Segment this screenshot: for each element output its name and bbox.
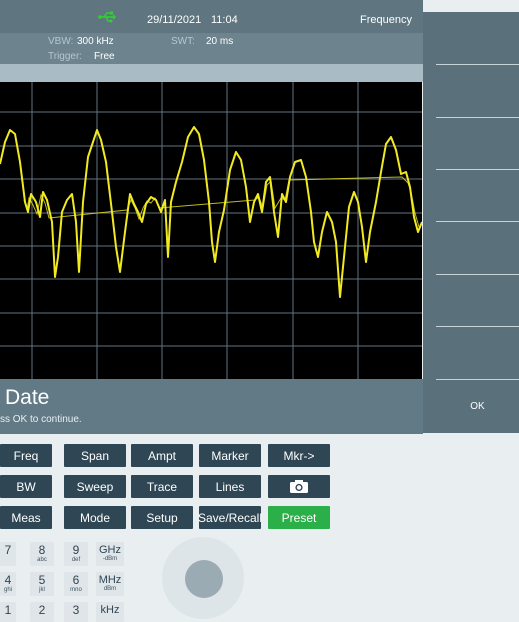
key-1-label: 1: [4, 603, 12, 617]
key-7-label: 7: [4, 543, 12, 557]
ghz-label: GHz: [99, 544, 121, 556]
swt-value: 20 ms: [206, 36, 234, 47]
key-4-label: 4: [4, 573, 12, 587]
mhz-sub: dBm: [103, 586, 117, 592]
vbw-value: 300 kHz: [77, 36, 114, 47]
setup-key[interactable]: Setup: [131, 506, 193, 529]
trace-key[interactable]: Trace: [131, 475, 193, 498]
span-key[interactable]: Span: [64, 444, 126, 467]
softkey-divider: [436, 169, 519, 170]
key-3[interactable]: 3: [64, 602, 88, 622]
marker-key[interactable]: Marker: [199, 444, 261, 467]
key-2[interactable]: 2: [30, 602, 54, 622]
mhz-key[interactable]: MHz dBm: [96, 572, 124, 596]
mkr-arrow-key[interactable]: Mkr->: [268, 444, 330, 467]
key-9-sub: def: [71, 557, 81, 563]
message-title: Date: [5, 386, 50, 409]
softkey-divider: [436, 64, 519, 65]
softkey-divider: [436, 117, 519, 118]
screenshot-key[interactable]: [268, 475, 330, 498]
key-3-label: 3: [72, 603, 80, 617]
softkey-divider: [436, 326, 519, 327]
key-1[interactable]: 1: [0, 602, 16, 622]
key-4-sub: ghi: [3, 587, 12, 593]
key-5-sub: jkl: [39, 587, 45, 593]
key-7[interactable]: 7: [0, 542, 16, 566]
softkey-divider: [436, 274, 519, 275]
rotary-knob-center[interactable]: [185, 560, 223, 598]
softkey-panel: [423, 12, 519, 433]
spectrum-trace: [0, 126, 422, 298]
camera-icon: [290, 480, 308, 493]
key-9[interactable]: 9 def: [64, 542, 88, 566]
spectrum-plot: [0, 82, 422, 379]
key-8-label: 8: [38, 543, 46, 557]
preset-key[interactable]: Preset: [268, 506, 330, 529]
swt-label: SWT:: [171, 36, 195, 47]
usb-icon: [98, 11, 116, 23]
freq-key[interactable]: Freq: [0, 444, 52, 467]
softkey-divider: [436, 221, 519, 222]
ampt-key[interactable]: Ampt: [131, 444, 193, 467]
key-6-sub: mno: [70, 587, 82, 593]
trigger-label: Trigger:: [48, 51, 83, 62]
trigger-value: Free: [94, 51, 115, 62]
key-6-label: 6: [72, 573, 80, 587]
key-5[interactable]: 5 jkl: [30, 572, 54, 596]
key-8[interactable]: 8 abc: [30, 542, 54, 566]
key-2-label: 2: [38, 603, 46, 617]
key-5-label: 5: [38, 573, 46, 587]
khz-label: kHz: [100, 604, 120, 616]
lines-key[interactable]: Lines: [199, 475, 261, 498]
ghz-sub: -dBm: [102, 556, 118, 562]
key-8-sub: abc: [37, 557, 47, 563]
sweep-key[interactable]: Sweep: [64, 475, 126, 498]
mode-key[interactable]: Mode: [64, 506, 126, 529]
softkey-divider: [436, 379, 519, 380]
mhz-label: MHz: [98, 574, 122, 586]
message-bar: [0, 379, 423, 434]
key-9-label: 9: [72, 543, 80, 557]
key-4[interactable]: 4 ghi: [0, 572, 16, 596]
plot-header: [0, 64, 423, 82]
status-time: 11:04: [211, 14, 238, 26]
status-date: 29/11/2021: [147, 14, 202, 26]
message-subtitle: ss OK to continue.: [0, 414, 82, 425]
meas-key[interactable]: Meas: [0, 506, 52, 529]
khz-key[interactable]: kHz: [96, 602, 124, 622]
vbw-label: VBW:: [48, 36, 74, 47]
bw-key[interactable]: BW: [0, 475, 52, 498]
save-recall-key[interactable]: Save/Recall: [198, 506, 262, 529]
status-mode-title: Frequency: [360, 14, 412, 26]
ok-softkey[interactable]: OK: [436, 381, 519, 431]
ghz-key[interactable]: GHz -dBm: [96, 542, 124, 566]
key-6[interactable]: 6 mno: [64, 572, 88, 596]
